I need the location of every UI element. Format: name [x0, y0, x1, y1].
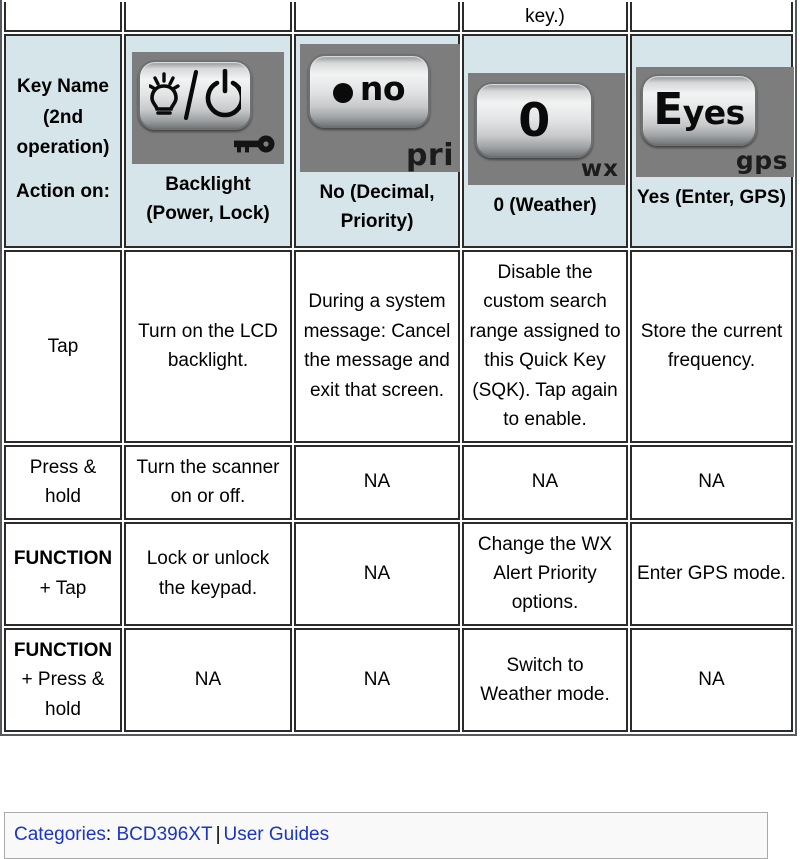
table-header-row: Key Name (2nd operation) Action on: Back…	[4, 34, 794, 248]
keycap-yes-prefix: E	[653, 84, 683, 136]
keycap-backlight	[138, 60, 252, 130]
key-no-graphic: no pri No (Decimal, Priority)	[300, 44, 460, 236]
clipped-cell-3: key.)	[462, 2, 628, 32]
table-row-tap: Tap Turn on the LCD backlight. During a …	[4, 250, 793, 443]
lightbulb-slash-power-icon	[140, 62, 250, 128]
function-press-hold-suffix-label: + Press & hold	[21, 669, 105, 720]
clipped-cell-0	[4, 2, 122, 32]
row-tap-zero: Disable the custom search range assigned…	[462, 250, 628, 443]
table-row-function-press-hold: FUNCTION + Press & hold NA NA Switch to …	[4, 627, 793, 733]
key-backlight-graphic: Backlight (Power, Lock)	[130, 52, 286, 228]
table-row-function-tap: FUNCTION + Tap Lock or unlock the keypad…	[4, 521, 793, 626]
row-function-tap-no: NA	[294, 521, 460, 626]
row-function-tap-yes: Enter GPS mode.	[630, 521, 793, 626]
row-press-hold-zero: NA	[462, 444, 628, 520]
header-key-no-cell: no pri No (Decimal, Priority)	[294, 34, 460, 248]
key-zero-second-function-label: wx	[580, 156, 619, 183]
keycap-yes-content: Eyes	[653, 88, 745, 132]
row-press-hold-no: NA	[294, 444, 460, 520]
clipped-cell-1	[124, 2, 292, 32]
row-function-tap-action: FUNCTION + Tap	[4, 521, 122, 626]
row-tap-yes: Store the current frequency.	[630, 250, 793, 443]
header-key-backlight-cell: Backlight (Power, Lock)	[124, 34, 292, 248]
row-press-hold-yes: NA	[630, 444, 793, 520]
key-no-second-function-label: pri	[405, 138, 454, 173]
key-plate-backlight	[132, 52, 284, 164]
row-function-press-hold-action: FUNCTION + Press & hold	[4, 627, 122, 733]
keycap-yes-suffix: yes	[682, 93, 746, 133]
row-tap-no: During a system message: Cancel the mess…	[294, 250, 460, 443]
header-key-name-label: Key Name (2nd operation)	[16, 76, 110, 158]
catlinks: Categories: BCD396XT | User Guides	[4, 812, 768, 859]
key-backlight-caption: Backlight (Power, Lock)	[146, 174, 270, 224]
function-keyword-label: FUNCTION	[13, 548, 113, 570]
decimal-dot-icon	[332, 83, 353, 104]
key-yes-second-function-label: gps	[735, 146, 788, 176]
clipped-cell-4	[630, 2, 793, 32]
row-function-tap-zero: Change the WX Alert Priority options.	[462, 521, 628, 626]
function-tap-suffix-label: + Tap	[39, 577, 87, 599]
row-function-press-hold-no: NA	[294, 627, 460, 733]
header-key-yes-cell: Eyes gps Yes (Enter, GPS)	[630, 34, 794, 248]
key-zero-caption: 0 (Weather)	[493, 195, 597, 217]
key-plate-no: no pri	[300, 44, 460, 172]
keycap-zero-text: 0	[518, 93, 550, 148]
row-function-press-hold-zero: Switch to Weather mode.	[462, 627, 628, 733]
lock-key-icon	[230, 134, 276, 154]
header-action-on-label: Action on:	[16, 181, 110, 203]
keycap-no-content: no	[332, 69, 406, 109]
clipped-cell-2	[294, 2, 460, 32]
function-keyword-label-2: FUNCTION	[13, 639, 113, 661]
row-tap-action: Tap	[4, 250, 122, 443]
table-row-press-hold: Press & hold Turn the scanner on or off.…	[4, 444, 793, 520]
keycap-no-text: no	[359, 69, 406, 109]
row-function-tap-backlight: Lock or unlock the keypad.	[124, 521, 292, 626]
keycap-zero: 0	[475, 82, 593, 159]
key-reference-table-container: key.) Key Name (2nd operation) Action on…	[0, 0, 800, 737]
key-plate-yes: Eyes gps	[636, 67, 794, 178]
key-yes-graphic: Eyes gps Yes (Enter, GPS)	[636, 67, 794, 213]
row-function-press-hold-backlight: NA	[124, 627, 292, 733]
keycap-yes: Eyes	[641, 74, 757, 147]
keycap-no: no	[308, 54, 430, 128]
key-reference-table: key.) Key Name (2nd operation) Action on…	[0, 0, 797, 737]
header-key-name-cell: Key Name (2nd operation) Action on:	[4, 34, 122, 248]
row-function-press-hold-yes: NA	[630, 627, 793, 733]
key-plate-zero: 0 wx	[468, 73, 625, 186]
table-row-clipped-top: key.)	[4, 2, 793, 32]
row-press-hold-action: Press & hold	[4, 444, 122, 520]
header-key-zero-cell: 0 wx 0 (Weather)	[462, 34, 628, 248]
row-tap-backlight: Turn on the LCD backlight.	[124, 250, 292, 443]
key-zero-graphic: 0 wx 0 (Weather)	[468, 73, 625, 221]
row-press-hold-backlight: Turn the scanner on or off.	[124, 444, 292, 520]
key-yes-caption: Yes (Enter, GPS)	[637, 187, 786, 209]
key-no-caption: No (Decimal, Priority)	[319, 182, 435, 232]
